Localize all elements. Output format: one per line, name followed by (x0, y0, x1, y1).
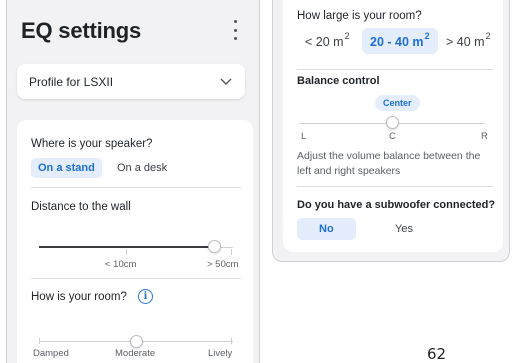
divider (31, 187, 241, 188)
page-title: EQ settings (21, 18, 142, 43)
eq-settings-screen-scrolled: How large is your room? < 20 m2 20 - 40 … (272, 0, 510, 262)
balance-left-label: L (301, 131, 307, 142)
page-number: 62 (427, 345, 447, 363)
balance-right-label: R (481, 131, 488, 142)
room-size-label: < 20 m (305, 35, 344, 50)
distance-label: Distance to the wall (31, 201, 131, 213)
room-label-damped: Damped (33, 348, 69, 359)
room-size-question: How large is your room? (297, 10, 422, 22)
eq-settings-screen: EQ settings Profile for LSXII Where is y… (6, 0, 260, 363)
room-slider-thumb[interactable] (130, 335, 143, 348)
profile-dropdown[interactable]: Profile for LSXII (17, 64, 245, 99)
room-size-option-small[interactable]: < 20 m2 (297, 28, 358, 54)
settings-card: How large is your room? < 20 m2 20 - 40 … (283, 0, 503, 252)
balance-description: Adjust the volume balance between the le… (297, 150, 481, 177)
unit-exponent: 2 (485, 31, 491, 41)
room-question: How is your room? (31, 291, 127, 303)
balance-value-badge: Center (375, 95, 420, 111)
balance-slider-thumb[interactable] (386, 116, 399, 129)
speaker-question: Where is your speaker? (31, 138, 153, 150)
divider (297, 186, 493, 187)
balance-center-label: C (389, 131, 396, 142)
balance-label: Balance control (297, 75, 380, 87)
divider (297, 69, 493, 70)
option-on-a-desk[interactable]: On a desk (110, 158, 174, 178)
distance-slider-thumb[interactable] (207, 240, 221, 253)
unit-exponent: 2 (424, 31, 430, 41)
option-on-a-stand[interactable]: On a stand (31, 158, 102, 178)
settings-card: Where is your speaker? On a stand On a d… (17, 120, 253, 363)
distance-track-fill (39, 246, 214, 248)
room-size-option-medium[interactable]: 20 - 40 m2 (362, 28, 438, 55)
room-tick (231, 338, 232, 344)
distance-tick (231, 249, 232, 255)
room-size-option-large[interactable]: > 40 m2 (438, 28, 499, 54)
room-tick (39, 338, 40, 344)
room-size-label: > 40 m (446, 35, 485, 50)
chevron-down-icon (220, 78, 232, 85)
distance-tick (126, 249, 127, 255)
divider (31, 278, 241, 279)
room-label-lively: Lively (208, 348, 233, 359)
profile-label: Profile for LSXII (29, 74, 114, 89)
unit-exponent: 2 (344, 31, 350, 41)
more-options-icon[interactable] (230, 20, 240, 40)
subwoofer-option-yes[interactable]: Yes (389, 218, 419, 240)
subwoofer-option-no[interactable]: No (297, 218, 356, 240)
info-icon[interactable]: i (138, 289, 153, 304)
room-label-moderate: Moderate (115, 348, 156, 359)
subwoofer-question: Do you have a subwoofer connected? (297, 199, 496, 211)
distance-min-label: < 10cm (105, 259, 137, 270)
distance-max-label: > 50cm (207, 259, 239, 270)
room-size-label: 20 - 40 m (370, 35, 424, 50)
